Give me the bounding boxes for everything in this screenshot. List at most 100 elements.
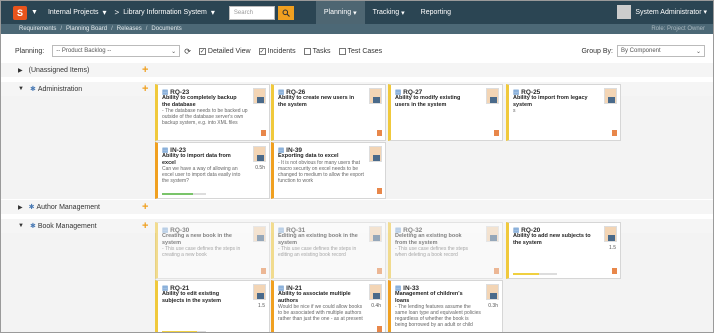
card-description: Can we have a way of allowing an excel u…	[162, 166, 241, 184]
search-button[interactable]	[277, 5, 294, 20]
avatar	[369, 146, 382, 162]
chevron-down-icon[interactable]: ▾	[211, 8, 215, 17]
card-estimate: 1.5	[609, 245, 616, 251]
avatar	[369, 226, 382, 242]
card-in-23[interactable]: ▤ IN-23 Ability to import data from excel C…	[155, 142, 270, 199]
role-label: Role: Project Owner	[651, 26, 705, 32]
checkbox-incidents[interactable]: ✓ Incidents	[258, 47, 296, 55]
project-name[interactable]: Internal Projects	[48, 9, 99, 16]
page: S ▼ Internal Projects ▾ > Library Informat…	[0, 0, 714, 333]
checkbox-box[interactable]	[338, 47, 346, 55]
expand-icon[interactable]: ▶	[18, 204, 23, 211]
card-in-33[interactable]: ▤ IN-33 Management of children's loans - Th…	[388, 280, 503, 332]
product-nav[interactable]: Library Information System ▾	[123, 8, 219, 17]
card-title: Ability to import from legacy system	[513, 95, 588, 108]
planning-select[interactable]: -- Product Backlog -- ⌄	[52, 45, 181, 57]
avatar	[253, 284, 266, 300]
card-description: - This use case defines the steps in edi…	[278, 246, 357, 258]
lane-author-management[interactable]: ▶ ✱ Author Management +	[1, 200, 713, 214]
lane-title: Administration	[37, 85, 83, 93]
add-item-icon[interactable]: +	[142, 83, 148, 95]
avatar	[253, 226, 266, 242]
card-rq-20[interactable]: ▤ RQ-20 Ability to add new subjects to the…	[506, 222, 621, 279]
product-name[interactable]: Library Information System	[123, 9, 207, 16]
card-description: - This use case defines the steps in cre…	[162, 246, 241, 258]
card-rq-26[interactable]: ▤ RQ-26 Ability to create new users in the…	[271, 84, 386, 141]
card-description: - The lending features assume the same l…	[395, 304, 481, 328]
groupby-label: Group By:	[581, 47, 613, 55]
card-in-39[interactable]: ▤ IN-39 Exporting data to excel - It is not…	[271, 142, 386, 199]
breadcrumb-documents[interactable]: Documents	[151, 26, 181, 32]
project-nav[interactable]: Internal Projects ▾ >	[48, 8, 123, 17]
search-input[interactable]: Search	[228, 5, 275, 20]
lane-title: (Unassigned Items)	[28, 66, 90, 74]
priority-badge	[261, 268, 266, 274]
card-title: Ability to add new subjects to the syste…	[513, 233, 591, 246]
progress-bar	[513, 273, 557, 275]
card-rq-27[interactable]: ▤ RQ-27 Ability to modify existing users i…	[388, 84, 503, 141]
checkbox-test-cases[interactable]: Test Cases	[338, 47, 382, 55]
checkbox-label: Tasks	[312, 47, 331, 55]
card-rq-25[interactable]: ▤ RQ-25 Ability to import from legacy syst…	[506, 84, 621, 141]
lane-unassigned[interactable]: ▶ (Unassigned Items) +	[1, 63, 713, 77]
chevron-down-icon: ⌄	[171, 48, 177, 55]
checkbox-label: Incidents	[267, 47, 296, 55]
avatar	[604, 226, 617, 242]
card-title: Creating a new book in the system	[162, 233, 232, 246]
card-rq-23[interactable]: ▤ RQ-23 Ability to completely backup the d…	[155, 84, 270, 141]
app-logo-icon[interactable]: S	[13, 5, 27, 20]
component-icon: ✱	[29, 223, 36, 230]
priority-badge	[377, 130, 382, 136]
add-item-icon[interactable]: +	[142, 64, 148, 76]
breadcrumb-requirements[interactable]: Requirements	[19, 26, 56, 32]
checkbox-detailed-view[interactable]: ✓ Detailed View	[198, 47, 251, 55]
breadcrumb-planning-board[interactable]: Planning Board	[66, 26, 107, 32]
menu-reporting[interactable]: Reporting	[413, 1, 459, 24]
card-in-21[interactable]: ▤ IN-21 Ability to associate multiple auth…	[271, 280, 386, 332]
user-menu[interactable]: System Administrator ▾	[617, 5, 707, 19]
logo-dropdown-icon[interactable]: ▼	[31, 9, 38, 16]
card-estimate: 0.5h	[255, 165, 265, 171]
lane-title: Book Management	[37, 222, 97, 230]
checkbox-tasks[interactable]: Tasks	[303, 47, 331, 55]
add-item-icon[interactable]: +	[142, 201, 148, 213]
menu-planning[interactable]: Planning ▾	[315, 1, 365, 24]
priority-badge	[494, 268, 499, 274]
card-rq-31[interactable]: ▤ RQ-31 Editing an existing book in the sy…	[271, 222, 386, 279]
refresh-icon[interactable]: ⟳	[184, 47, 191, 56]
card-rq-30[interactable]: ▤ RQ-30 Creating a new book in the system -…	[155, 222, 270, 279]
breadcrumb: Requirements / Planning Board / Releases / …	[1, 24, 713, 34]
lane-title: Author Management	[36, 203, 100, 211]
priority-badge	[612, 268, 617, 274]
card-description: - It is not obvious for many users that …	[278, 160, 364, 184]
card-title: Editing an existing book in the system	[278, 233, 358, 246]
avatar	[369, 88, 382, 104]
avatar	[617, 5, 632, 19]
checkbox-box[interactable]: ✓	[258, 47, 266, 55]
card-estimate: 0.3h	[488, 303, 498, 309]
groupby-select-value: By Component	[621, 48, 661, 54]
chevron-down-icon: ⌄	[695, 48, 701, 55]
avatar	[253, 146, 266, 162]
collapse-icon[interactable]: ▼	[18, 86, 24, 92]
collapse-icon[interactable]: ▼	[18, 223, 24, 229]
card-estimate: 1.5	[258, 303, 265, 309]
checkbox-box[interactable]: ✓	[198, 47, 206, 55]
chevron-down-icon[interactable]: ▾	[103, 8, 107, 17]
menu-tracking-label: Tracking	[372, 9, 400, 16]
menu-reporting-label: Reporting	[420, 9, 452, 16]
groupby-select[interactable]: By Component ⌄	[617, 45, 705, 57]
priority-badge	[612, 130, 617, 136]
add-item-icon[interactable]: +	[142, 220, 148, 232]
avatar	[486, 88, 499, 104]
checkbox-box[interactable]	[303, 47, 311, 55]
card-rq-32[interactable]: ▤ RQ-32 Deleting an existing book from the…	[388, 222, 503, 279]
breadcrumb-releases[interactable]: Releases	[117, 26, 142, 32]
card-title: Ability to import data from excel	[162, 153, 231, 166]
menu-tracking[interactable]: Tracking ▾	[365, 1, 413, 24]
card-description: - This use case defines the steps when d…	[395, 246, 469, 258]
card-rq-21[interactable]: ▤ RQ-21 Ability to edit existing subjects …	[155, 280, 270, 332]
card-estimate: 0.4h	[371, 303, 381, 309]
expand-icon[interactable]: ▶	[18, 67, 23, 74]
planning-label: Planning:	[15, 47, 45, 55]
